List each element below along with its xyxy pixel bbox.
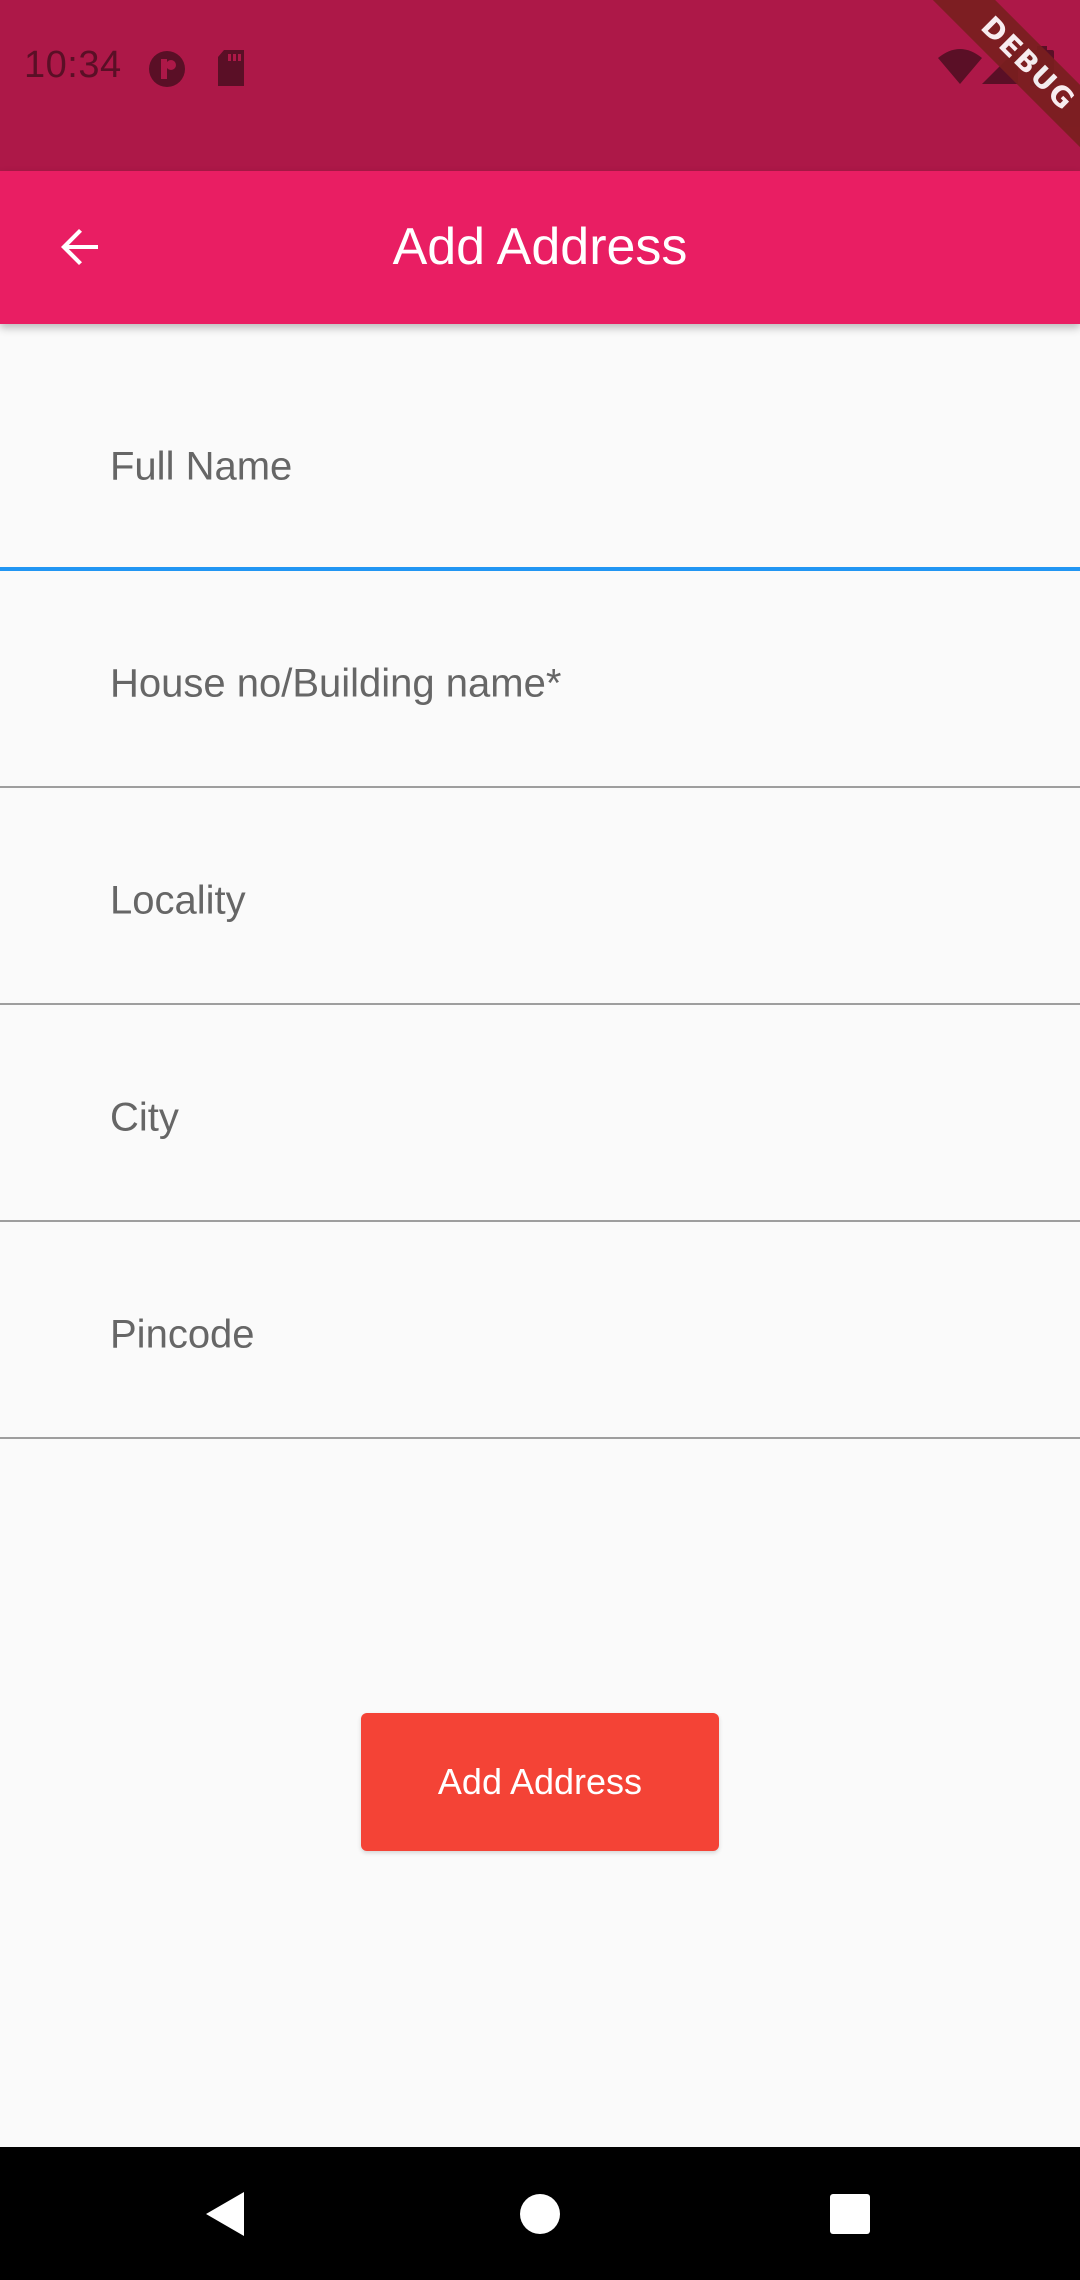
navigation-bar [0,2147,1080,2280]
nav-home-button[interactable] [460,2147,620,2280]
full-name-field[interactable]: Full Name [0,354,1080,571]
back-triangle-icon [206,2191,244,2236]
pincode-field[interactable]: Pincode [0,1222,1080,1439]
recents-square-icon [830,2193,870,2234]
city-field[interactable]: City [0,1005,1080,1222]
pincode-label: Pincode [110,1312,255,1357]
full-name-label: Full Name [110,444,293,489]
nav-back-button[interactable] [146,2147,306,2280]
page-title: Add Address [392,218,688,276]
home-circle-icon [520,2193,560,2234]
debug-banner: DEBUG [910,0,1080,170]
house-building-field[interactable]: House no/Building name* [0,571,1080,788]
house-building-label: House no/Building name* [110,661,562,706]
app-notification-icon [148,50,186,93]
add-address-button[interactable]: Add Address [361,1713,719,1851]
status-time: 10:34 [24,44,122,86]
app-bar: Add Address [0,171,1080,324]
add-address-screen: 10:34 DEBUG Add Address Full Name House … [0,0,1080,2280]
city-label: City [110,1095,179,1140]
status-bar: 10:34 DEBUG [0,0,1080,171]
locality-field[interactable]: Locality [0,788,1080,1005]
nav-recents-button[interactable] [770,2147,930,2280]
pincode-underline [0,1437,1080,1439]
sd-card-icon [216,50,246,91]
debug-label: DEBUG [920,0,1080,170]
locality-label: Locality [110,878,246,923]
